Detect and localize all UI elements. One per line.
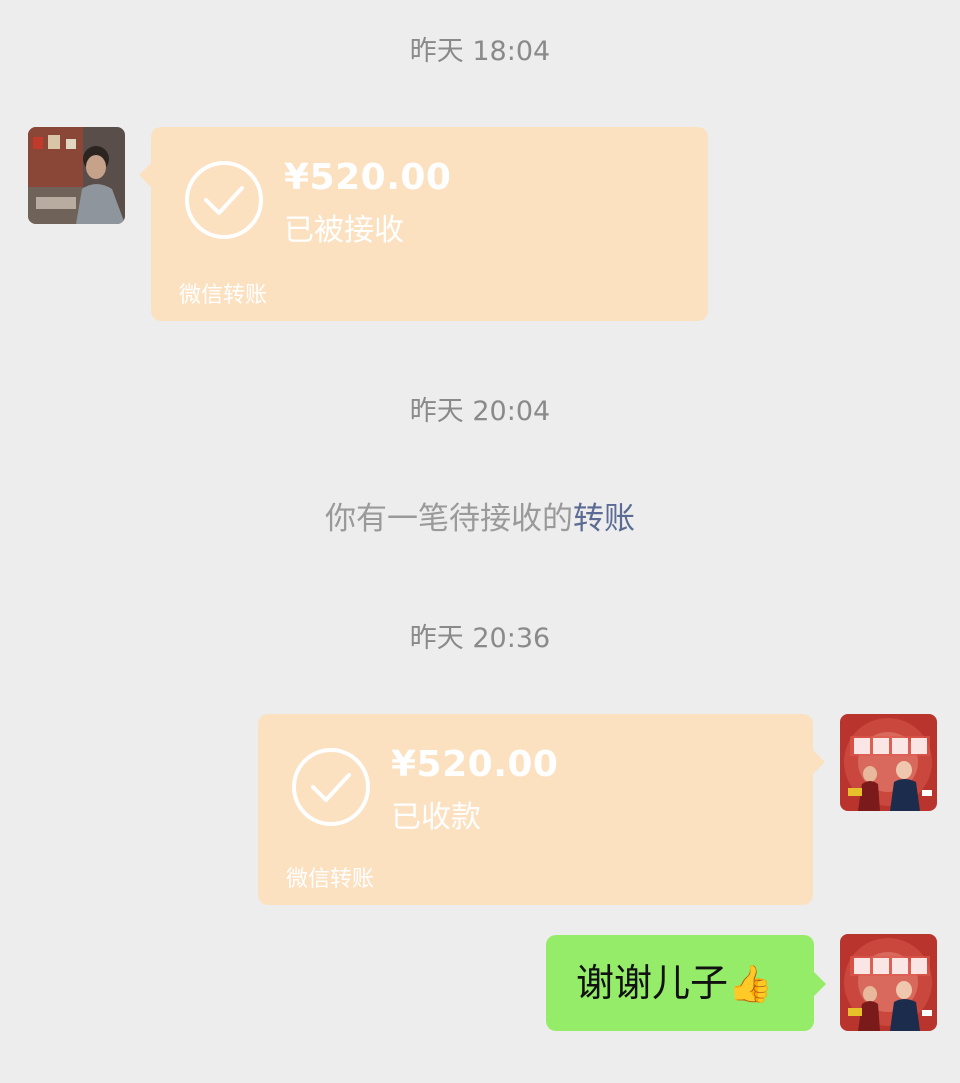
check-circle-icon [185,161,263,239]
message-text: 谢谢儿子 [576,961,729,1005]
transfer-amount: ¥520.00 [284,157,452,198]
transfer-bubble-received[interactable]: ¥520.00 已被接收 微信转账 [139,127,708,321]
contact-avatar[interactable] [28,127,125,224]
timestamp: 昨天 20:36 [409,623,551,654]
timestamp: 昨天 18:04 [409,36,551,67]
transfer-amount: ¥520.00 [391,744,559,785]
system-notice: 你有一笔待接收的转账 [0,497,960,541]
self-avatar[interactable] [840,934,937,1031]
transfer-status: 已被接收 [284,213,404,248]
timestamp: 昨天 20:04 [409,396,551,427]
notice-text: 你有一笔待接收的 [325,501,573,537]
check-circle-icon [292,748,370,826]
transfer-bubble-collected[interactable]: ¥520.00 已收款 微信转账 [258,714,825,905]
bubble-tail [814,972,826,996]
thumbs-up-emoji: 👍 [728,964,773,1005]
transfer-link[interactable]: 转账 [573,501,635,537]
transfer-label: 微信转账 [179,283,268,308]
text-message-bubble[interactable]: 谢谢儿子👍 [546,935,826,1031]
self-avatar[interactable] [840,714,937,811]
transfer-label: 微信转账 [286,867,375,892]
bubble-tail [139,163,151,187]
transfer-status: 已收款 [391,800,481,835]
bubble-tail [813,750,825,774]
